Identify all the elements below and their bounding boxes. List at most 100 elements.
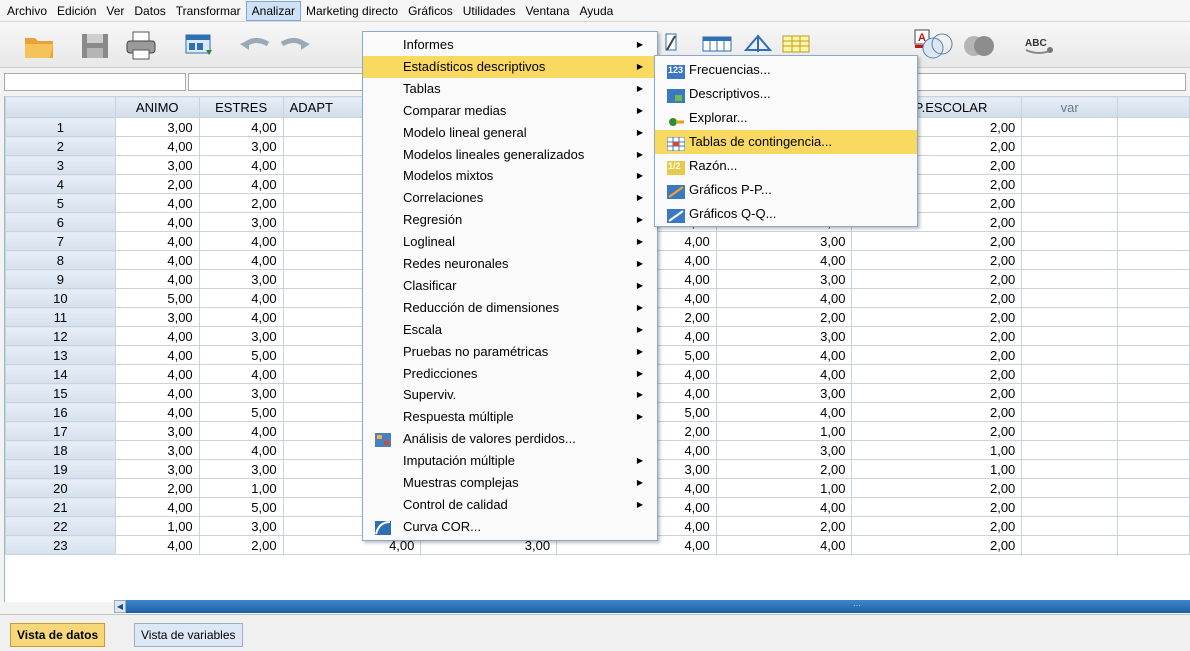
menu-datos[interactable]: Datos [129,1,170,21]
row-number[interactable]: 17 [5,421,116,441]
data-cell[interactable]: 4,00 [198,155,284,175]
data-cell[interactable]: 4,00 [198,231,284,251]
menu-item[interactable]: Pruebas no paramétricas ▶ [363,341,657,363]
menu-marketing-directo[interactable]: Marketing directo [301,1,403,21]
data-cell[interactable]: 3,00 [198,516,284,536]
data-cell[interactable]: 3,00 [114,440,200,460]
menu-item[interactable]: Tablas ▶ [363,78,657,100]
empty-cell[interactable] [1021,231,1119,251]
data-cell[interactable]: 5,00 [114,288,200,308]
column-header[interactable] [1117,96,1190,118]
data-cell[interactable]: 2,00 [851,402,1023,422]
show-all-variables-icon[interactable] [962,28,996,62]
data-cell[interactable]: 2,00 [851,421,1023,441]
dialog-recall-icon[interactable] [182,28,216,62]
data-cell[interactable]: 4,00 [715,288,853,308]
data-cell[interactable]: 4,00 [114,497,200,517]
data-cell[interactable]: 2,00 [851,326,1023,346]
row-number[interactable]: 11 [5,307,116,327]
menu-item[interactable]: Clasificar ▶ [363,275,657,297]
row-number[interactable]: 1 [5,117,116,137]
empty-cell[interactable] [1021,364,1119,384]
menu-item[interactable]: Modelos mixtos ▶ [363,165,657,187]
submenu-item[interactable]: Gráficos P-P... [655,178,917,202]
data-cell[interactable]: 3,00 [114,307,200,327]
data-cell[interactable]: 1,00 [851,440,1023,460]
row-number[interactable]: 4 [5,174,116,194]
menu-ventana[interactable]: Ventana [520,1,574,21]
menu-item[interactable]: Modelo lineal general ▶ [363,122,657,144]
data-cell[interactable]: 1,00 [114,516,200,536]
menu-item[interactable]: Regresión ▶ [363,209,657,231]
data-cell[interactable]: 2,00 [851,535,1023,555]
data-cell[interactable]: 4,00 [198,250,284,270]
row-number[interactable]: 6 [5,212,116,232]
data-cell[interactable]: 4,00 [114,231,200,251]
data-cell[interactable]: 3,00 [715,326,853,346]
redo-icon[interactable] [278,28,312,62]
data-cell[interactable]: 1,00 [851,459,1023,479]
row-number[interactable]: 5 [5,193,116,213]
row-number[interactable]: 13 [5,345,116,365]
empty-cell[interactable] [1021,269,1119,289]
row-number[interactable]: 21 [5,497,116,517]
data-cell[interactable]: 4,00 [198,440,284,460]
corner-header[interactable] [5,96,116,118]
data-cell[interactable]: 4,00 [114,212,200,232]
data-cell[interactable]: 3,00 [715,440,853,460]
data-cell[interactable]: 3,00 [114,459,200,479]
row-number[interactable]: 15 [5,383,116,403]
empty-cell[interactable] [1117,174,1190,194]
empty-cell[interactable] [1021,288,1119,308]
data-cell[interactable]: 2,00 [851,345,1023,365]
row-number[interactable]: 9 [5,269,116,289]
menu-edicion[interactable]: Edición [52,1,101,21]
menu-item[interactable]: Respuesta múltiple ▶ [363,406,657,428]
data-cell[interactable]: 1,00 [198,478,284,498]
row-number[interactable]: 19 [5,459,116,479]
data-cell[interactable]: 4,00 [114,193,200,213]
empty-cell[interactable] [1117,307,1190,327]
open-folder-icon[interactable] [22,28,56,62]
row-number[interactable]: 23 [5,535,116,555]
spell-check-icon[interactable]: ABC [1022,28,1056,62]
menu-item[interactable]: Reducción de dimensiones ▶ [363,297,657,319]
menu-item[interactable]: Curva COR... [363,516,657,538]
data-cell[interactable]: 5,00 [198,345,284,365]
row-number[interactable]: 22 [5,516,116,536]
submenu-item[interactable]: Explorar... [655,106,917,130]
row-number[interactable]: 2 [5,136,116,156]
data-cell[interactable]: 1,00 [715,478,853,498]
data-cell[interactable]: 4,00 [114,269,200,289]
empty-cell[interactable] [1021,459,1119,479]
data-cell[interactable]: 4,00 [715,250,853,270]
empty-cell[interactable] [1021,440,1119,460]
submenu-item[interactable]: Gráficos Q-Q... [655,202,917,226]
menu-analizar[interactable]: Analizar [245,0,302,21]
data-cell[interactable]: 4,00 [198,364,284,384]
empty-cell[interactable] [1021,402,1119,422]
data-cell[interactable]: 2,00 [851,250,1023,270]
data-cell[interactable]: 4,00 [715,345,853,365]
empty-cell[interactable] [1117,117,1190,137]
data-cell[interactable]: 2,00 [851,497,1023,517]
data-cell[interactable]: 5,00 [198,402,284,422]
data-cell[interactable]: 4,00 [114,326,200,346]
menu-item[interactable]: Estadísticos descriptivos ▶ [363,55,657,78]
empty-cell[interactable] [1117,193,1190,213]
empty-cell[interactable] [1117,345,1190,365]
data-cell[interactable]: 4,00 [114,250,200,270]
empty-cell[interactable] [1117,364,1190,384]
data-cell[interactable]: 2,00 [198,535,284,555]
cell-reference-field[interactable] [4,73,186,91]
empty-cell[interactable] [1021,383,1119,403]
data-cell[interactable]: 2,00 [851,231,1023,251]
data-cell[interactable]: 3,00 [715,269,853,289]
empty-cell[interactable] [1117,402,1190,422]
menu-item[interactable]: Superviv. ▶ [363,384,657,406]
data-cell[interactable]: 2,00 [851,383,1023,403]
column-header[interactable]: ESTRES [198,96,284,118]
menu-item[interactable]: Loglineal ▶ [363,231,657,253]
data-cell[interactable]: 2,00 [198,193,284,213]
menu-item[interactable]: Control de calidad ▶ [363,494,657,516]
